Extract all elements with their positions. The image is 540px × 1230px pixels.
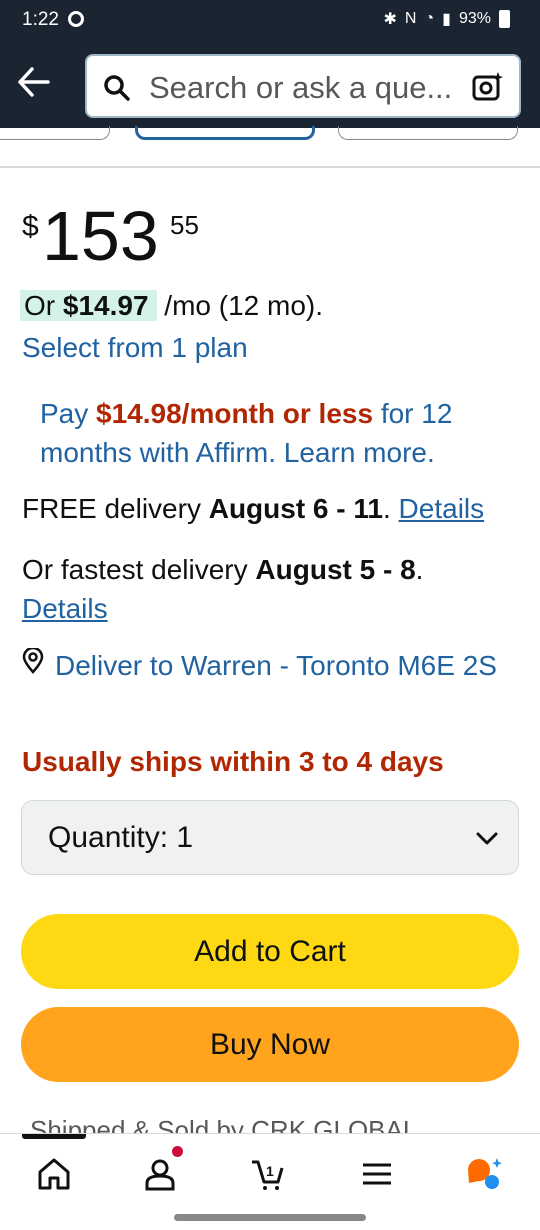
search-input[interactable]: Search or ask a que... [149, 70, 469, 106]
free-delivery-prefix: FREE delivery [22, 493, 209, 524]
price-currency: $ [22, 210, 39, 243]
nfc-icon: N [404, 10, 417, 27]
wifi-icon: ◔ [424, 10, 435, 27]
variant-tile[interactable] [338, 126, 518, 140]
free-delivery: FREE delivery August 6 - 11. Details [22, 493, 484, 525]
chrome-icon [68, 11, 84, 27]
monthly-payment: Or $14.97 /mo (12 mo). [20, 290, 323, 322]
affirm-pay: Pay [40, 398, 97, 429]
location-text: Deliver to Warren - Toronto M6E 2S [55, 650, 497, 681]
variant-tile-selected[interactable] [135, 126, 315, 140]
free-delivery-details-link[interactable]: Details [399, 493, 485, 524]
bluetooth-icon: ✱ [383, 11, 397, 28]
signal-icon: ▮ [442, 11, 451, 28]
add-to-cart-button[interactable]: Add to Cart [21, 914, 519, 989]
price-whole: 153 [42, 197, 159, 275]
monthly-prefix: Or [24, 290, 63, 321]
fast-delivery-dot: . [415, 554, 424, 585]
camera-search-icon[interactable] [471, 70, 505, 104]
affirm-amount: $14.98/month or less [96, 398, 374, 429]
location-pin-icon [22, 648, 44, 674]
home-icon[interactable] [36, 1156, 72, 1192]
quantity-label: Quantity: 1 [48, 821, 194, 854]
seller-text: Shipped & Sold by CRK GLOBAL [30, 1115, 418, 1135]
back-arrow-icon[interactable] [16, 62, 52, 102]
select-plan-link[interactable]: Select from 1 plan [22, 332, 248, 364]
availability-status: Usually ships within 3 to 4 days [22, 746, 444, 777]
fastest-delivery: Or fastest delivery August 5 - 8. Details [22, 550, 502, 628]
status-time: 1:22 [22, 9, 59, 30]
affirm-offer[interactable]: Pay $14.98/month or less for 12 months w… [40, 394, 510, 472]
notification-dot [172, 1146, 183, 1157]
fast-delivery-prefix: Or fastest delivery [22, 554, 256, 585]
search-icon [104, 75, 130, 101]
variant-tile[interactable] [0, 126, 110, 140]
free-delivery-dot: . [382, 493, 399, 524]
cart-count: 1 [266, 1163, 274, 1179]
seller-info: Shipped & Sold by CRK GLOBAL [30, 1115, 510, 1135]
monthly-amount: $14.97 [62, 290, 149, 321]
quantity-select[interactable]: Quantity: 1 [21, 800, 519, 875]
gesture-handle [174, 1214, 366, 1221]
buy-now-button[interactable]: Buy Now [21, 1007, 519, 1082]
search-bar[interactable]: Search or ask a que... [85, 54, 521, 118]
battery-level: 93% [458, 10, 491, 27]
chevron-down-icon [476, 832, 498, 845]
account-icon[interactable] [142, 1156, 178, 1192]
cart-icon[interactable]: 1 [250, 1156, 286, 1192]
monthly-highlight: Or $14.97 [20, 290, 157, 321]
price-fraction: 55 [170, 210, 199, 240]
top-bar: 1:22 ✱ N ◔ ▮ 93% Search or ask a que... [0, 0, 540, 128]
active-tab-indicator [22, 1134, 86, 1139]
status-right: ✱ N ◔ ▮ 93% [384, 9, 510, 29]
fast-delivery-dates: August 5 - 8 [255, 554, 416, 585]
deliver-to-location[interactable]: Deliver to Warren - Toronto M6E 2S [22, 646, 502, 726]
free-delivery-dates: August 6 - 11 [208, 493, 383, 524]
status-bar: 1:22 ✱ N ◔ ▮ 93% [0, 0, 540, 40]
fast-delivery-details-link[interactable]: Details [22, 593, 108, 624]
rufus-icon[interactable] [466, 1156, 502, 1192]
variant-tiles [0, 126, 540, 168]
menu-icon[interactable] [359, 1156, 395, 1192]
monthly-suffix: /mo (12 mo). [156, 290, 324, 321]
battery-icon [499, 10, 510, 28]
